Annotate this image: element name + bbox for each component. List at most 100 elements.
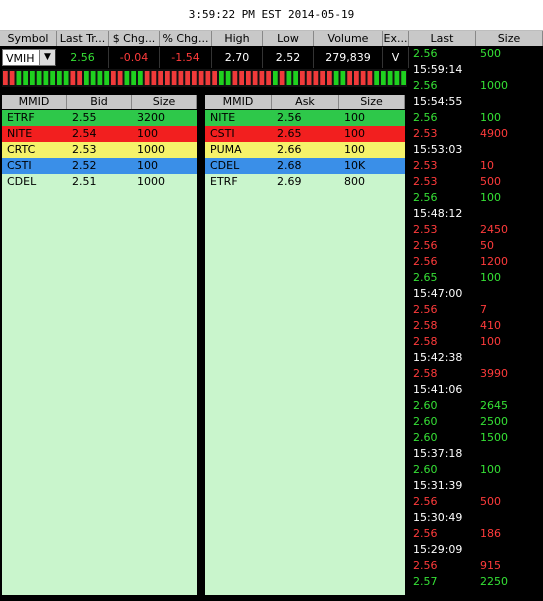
bid-price: 2.52 [72, 159, 97, 172]
trade-price: 2.60 [413, 463, 438, 476]
tick-green [401, 71, 406, 85]
tick-red [360, 71, 366, 85]
bid-col-size[interactable]: Size [132, 95, 197, 109]
trade-price: 2.60 [413, 431, 438, 444]
bid-size: 3200 [137, 111, 165, 124]
chevron-down-icon[interactable]: ▼ [39, 50, 55, 65]
bid-price: 2.51 [72, 175, 97, 188]
bid-size: 1000 [137, 143, 165, 156]
bid-price: 2.53 [72, 143, 97, 156]
bid-row[interactable]: CRTC 2.53 1000 [2, 142, 197, 158]
trade-price: 2.58 [413, 319, 438, 332]
symbol-selector[interactable]: VMIH ▼ [2, 49, 56, 66]
bid-price: 2.55 [72, 111, 97, 124]
trade-size: 4900 [480, 127, 508, 140]
trade-row: 2.60 2645 [409, 398, 543, 414]
trade-price: 2.60 [413, 415, 438, 428]
ask-price: 2.69 [277, 175, 302, 188]
tick-green [84, 71, 89, 85]
tick-red [151, 71, 157, 85]
tick-green [124, 71, 130, 85]
trade-row: 2.56 500 [409, 494, 543, 510]
trade-row: 2.56 500 [409, 46, 543, 62]
trade-row: 2.56 1200 [409, 254, 543, 270]
trade-row: 2.56 186 [409, 526, 543, 542]
trades-col-size[interactable]: Size [476, 31, 543, 46]
tick-red [185, 71, 190, 85]
exchange-value: V [383, 47, 409, 68]
trade-row: 2.60 2500 [409, 414, 543, 430]
tick-history-bar [2, 69, 407, 87]
ask-row[interactable]: ETRF 2.69 800 [205, 174, 405, 190]
tick-green [57, 71, 62, 85]
trade-size: 100 [480, 111, 501, 124]
tick-red [259, 71, 265, 85]
trade-row: 2.56 50 [409, 238, 543, 254]
bid-row[interactable]: ETRF 2.55 3200 [2, 110, 197, 126]
trade-size: 2500 [480, 415, 508, 428]
trade-size: 3990 [480, 367, 508, 380]
trade-time: 15:59:14 [413, 63, 463, 76]
time-and-sales-panel: Last Size 2.56 500 15:59:14 2.56 1000 15:54:5… [409, 31, 543, 601]
bid-row[interactable]: CDEL 2.51 1000 [2, 174, 197, 190]
ask-row[interactable]: CDEL 2.68 10K [205, 158, 405, 174]
last-trade-value: 2.56 [57, 47, 109, 68]
tick-green [138, 71, 143, 85]
ask-col-price[interactable]: Ask [272, 95, 339, 109]
tick-red [205, 71, 211, 85]
col-header-exchange[interactable]: Ex... [383, 31, 409, 46]
col-header-high[interactable]: High [212, 31, 263, 46]
bid-mmid: CDEL [7, 175, 37, 188]
tick-red [70, 71, 76, 85]
volume-value: 279,839 [314, 47, 383, 68]
trade-row: 2.56 7 [409, 302, 543, 318]
trade-row: 2.53 500 [409, 174, 543, 190]
bid-size: 1000 [137, 175, 165, 188]
trade-time: 15:54:55 [413, 95, 463, 108]
tick-green [394, 71, 400, 85]
bid-col-mmid[interactable]: MMID [2, 95, 67, 109]
tick-red [212, 71, 217, 85]
bid-size: 100 [137, 127, 158, 140]
trade-size: 500 [480, 495, 501, 508]
tick-red [192, 71, 197, 85]
col-header-last[interactable]: Last Tr... [57, 31, 109, 46]
trades-col-last[interactable]: Last [409, 31, 476, 46]
bid-mmid: ETRF [7, 111, 35, 124]
bid-col-price[interactable]: Bid [67, 95, 132, 109]
col-header-volume[interactable]: Volume [314, 31, 383, 46]
ask-row[interactable]: NITE 2.56 100 [205, 110, 405, 126]
ask-col-mmid[interactable]: MMID [205, 95, 272, 109]
tick-red [3, 71, 8, 85]
tick-green [50, 71, 55, 85]
bid-row[interactable]: NITE 2.54 100 [2, 126, 197, 142]
ask-row[interactable]: PUMA 2.66 100 [205, 142, 405, 158]
tick-green [97, 71, 103, 85]
trade-row: 2.65 100 [409, 270, 543, 286]
col-header-chg[interactable]: $ Chg... [109, 31, 160, 46]
tick-green [63, 71, 69, 85]
trades-list[interactable]: 2.56 500 15:59:14 2.56 1000 15:54:55 2.56 100 2.… [409, 46, 543, 590]
col-header-low[interactable]: Low [263, 31, 314, 46]
col-header-symbol[interactable]: Symbol [0, 31, 57, 46]
tick-green [23, 71, 28, 85]
tick-green [36, 71, 42, 85]
trade-price: 2.58 [413, 335, 438, 348]
trade-row: 2.58 100 [409, 334, 543, 350]
ask-row[interactable]: CSTI 2.65 100 [205, 126, 405, 142]
trade-price: 2.53 [413, 127, 438, 140]
quote-row: VMIH ▼ 2.56 -0.04 -1.54 2.70 2.52 279,83… [0, 47, 409, 68]
trade-price: 2.56 [413, 79, 438, 92]
trade-time: 15:53:03 [413, 143, 463, 156]
tick-red [171, 71, 177, 85]
trade-time: 15:47:00 [413, 287, 463, 300]
tick-red [165, 71, 170, 85]
trade-time: 15:29:09 [413, 543, 463, 556]
trade-row: 2.56 100 [409, 190, 543, 206]
tick-red [144, 71, 150, 85]
col-header-pct-chg[interactable]: % Chg... [160, 31, 212, 46]
ask-size: 10K [344, 159, 366, 172]
ask-col-size[interactable]: Size [339, 95, 405, 109]
bid-row[interactable]: CSTI 2.52 100 [2, 158, 197, 174]
trade-row: 2.58 3990 [409, 366, 543, 382]
